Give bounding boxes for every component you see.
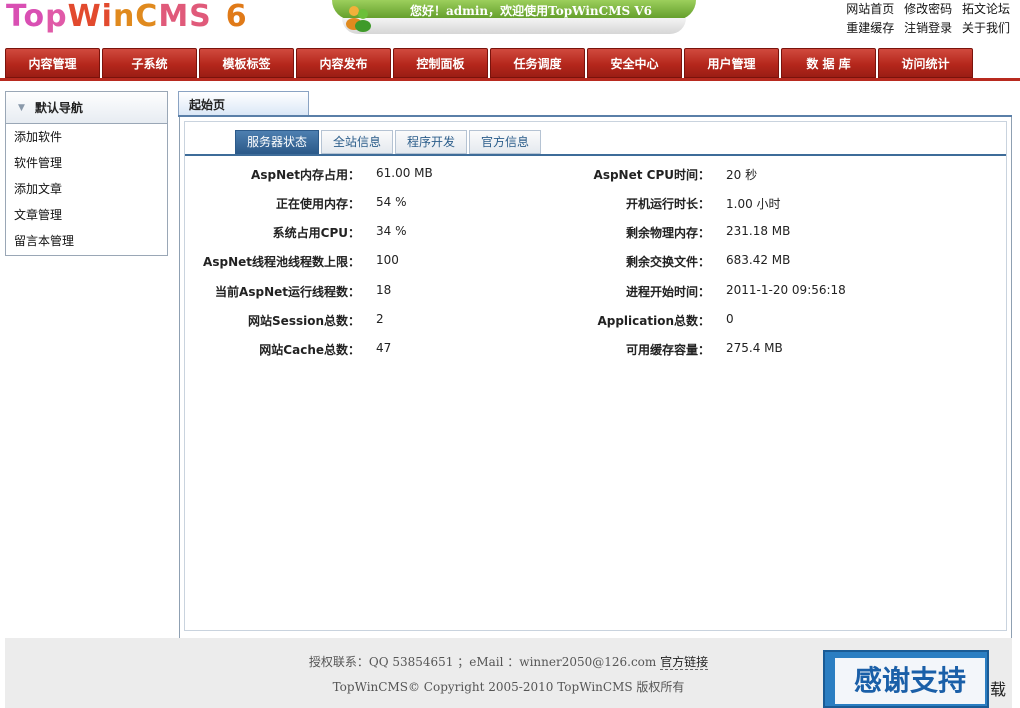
subtab-divider [185,154,1006,156]
nav-visit-stats[interactable]: 访问统计 [878,48,973,78]
sidebar-item-guestbook-management[interactable]: 留言本管理 [6,228,167,254]
link-home[interactable]: 网站首页 [846,2,894,16]
content-panel: 服务器状态 全站信息 程序开发 官方信息 AspNet内存占用： 61.00 M… [179,117,1012,639]
stat-value: 2011-1-20 09:56:18 [726,283,846,297]
subtab-server-status[interactable]: 服务器状态 [235,130,320,154]
logo-version: 6 [225,0,248,34]
stat-row: AspNet内存占用： 61.00 MB AspNet CPU时间： 20 秒 [185,166,1006,186]
stat-label: Application总数： [597,314,710,328]
stat-row: 正在使用内存： 54 % 开机运行时长： 1.00 小时 [185,195,1006,215]
subtab-official-info[interactable]: 官方信息 [469,130,542,154]
stat-value: 1.00 小时 [726,197,781,211]
stat-value: 18 [376,283,392,297]
sidebar-header[interactable]: ▼ 默认导航 [6,92,167,124]
subtab-development[interactable]: 程序开发 [395,130,468,154]
footer-contact: 授权联系：QQ 53854651 ；eMail ：winner2050@126.… [308,655,657,669]
stat-value: 100 [376,253,399,267]
link-change-password[interactable]: 修改密码 [904,2,952,16]
stat-label: 剩余交换文件： [625,255,710,269]
stat-row: AspNet线程池线程数上限： 100 剩余交换文件： 683.42 MB [185,253,1006,273]
stat-label: AspNet内存占用： [251,168,360,182]
stat-label: 网站Cache总数： [259,343,360,357]
stat-label: 开机运行时长： [625,197,710,211]
nav-template-tags[interactable]: 模板标签 [199,48,294,78]
nav-subsystem[interactable]: 子系统 [102,48,197,78]
main-nav: 内容管理 子系统 模板标签 内容发布 控制面板 任务调度 安全中心 用户管理 数… [5,48,973,78]
stat-row: 系统占用CPU： 34 % 剩余物理内存： 231.18 MB [185,224,1006,244]
subtab-bar: 服务器状态 全站信息 程序开发 官方信息 [235,130,542,154]
link-forum[interactable]: 拓文论坛 [962,2,1010,16]
stat-value: 0 [726,312,734,326]
stat-label: 正在使用内存： [275,197,360,211]
stat-value: 61.00 MB [376,166,433,180]
thanks-text: 感谢支持 [835,658,985,704]
stat-value: 275.4 MB [726,341,783,355]
nav-divider [0,78,1020,81]
nav-security-center[interactable]: 安全中心 [587,48,682,78]
users-icon [346,6,371,32]
sidebar-item-add-software[interactable]: 添加软件 [6,124,167,150]
stat-value: 20 秒 [726,168,758,182]
thanks-banner: 感谢支持 [823,650,989,708]
nav-control-panel[interactable]: 控制面板 [393,48,488,78]
link-rebuild-cache[interactable]: 重建缓存 [846,21,894,35]
sidebar-item-add-article[interactable]: 添加文章 [6,176,167,202]
stat-row: 网站Cache总数： 47 可用缓存容量： 275.4 MB [185,341,1006,361]
nav-content-publish[interactable]: 内容发布 [296,48,391,78]
stat-value: 2 [376,312,384,326]
nav-user-management[interactable]: 用户管理 [684,48,779,78]
stat-row: 当前AspNet运行线程数： 18 进程开始时间： 2011-1-20 09:5… [185,283,1006,303]
collapse-triangle-icon[interactable]: ▼ [18,103,25,113]
nav-database[interactable]: 数 据 库 [781,48,876,78]
stat-label: 进程开始时间： [625,285,710,299]
overlay-tail-text: 载 [990,680,1007,699]
stat-label: 系统占用CPU： [272,226,360,240]
sidebar-item-article-management[interactable]: 文章管理 [6,202,167,228]
sidebar-item-software-management[interactable]: 软件管理 [6,150,167,176]
link-logout[interactable]: 注销登录 [904,21,952,35]
stat-value: 683.42 MB [726,253,791,267]
stat-label: 可用缓存容量： [625,343,710,357]
stat-value: 54 % [376,195,407,209]
stat-row: 网站Session总数： 2 Application总数： 0 [185,312,1006,332]
stat-label: AspNet线程池线程数上限： [203,255,360,269]
welcome-banner: 您好！admin，欢迎使用TopWinCMS V6 [332,0,696,44]
content-inner: 服务器状态 全站信息 程序开发 官方信息 AspNet内存占用： 61.00 M… [184,121,1007,631]
stat-label: 网站Session总数： [248,314,360,328]
link-about[interactable]: 关于我们 [962,21,1010,35]
subtab-site-info[interactable]: 全站信息 [321,130,394,154]
top-links: 网站首页 修改密码 拓文论坛 重建缓存 注销登录 关于我们 [840,0,1010,38]
sidebar-title: 默认导航 [34,101,83,115]
nav-task-schedule[interactable]: 任务调度 [490,48,585,78]
official-link[interactable]: 官方链接 [660,655,709,670]
stat-label: AspNet CPU时间： [593,168,710,182]
stat-value: 231.18 MB [726,224,791,238]
logo: TopWinCMS 6 [6,0,248,34]
stat-value: 34 % [376,224,407,238]
stat-value: 47 [376,341,392,355]
stat-label: 当前AspNet运行线程数： [215,285,360,299]
tab-start-page[interactable]: 起始页 [178,91,309,116]
stat-label: 剩余物理内存： [625,226,710,240]
sidebar: ▼ 默认导航 添加软件 软件管理 添加文章 文章管理 留言本管理 [5,91,168,256]
welcome-text: 您好！admin，欢迎使用TopWinCMS V6 [410,4,652,18]
nav-content-management[interactable]: 内容管理 [5,48,100,78]
